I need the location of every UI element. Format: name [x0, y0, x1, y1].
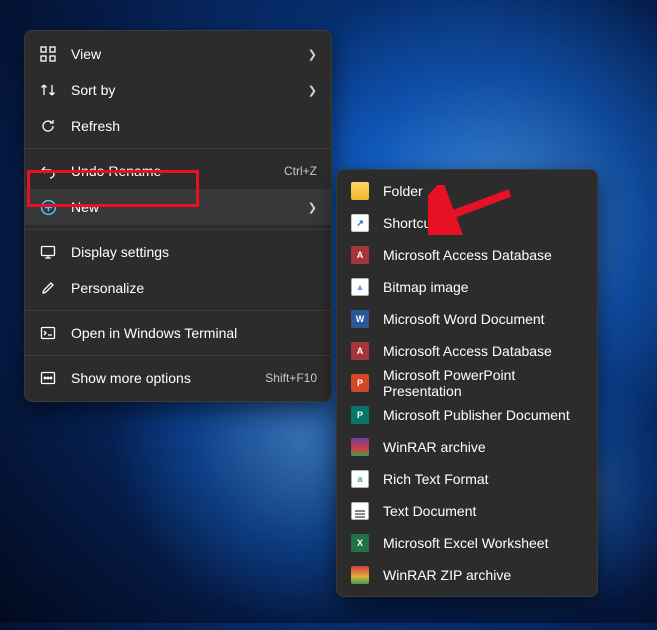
- menu-label: Open in Windows Terminal: [71, 325, 317, 341]
- submenu-label: Microsoft PowerPoint Presentation: [383, 367, 583, 399]
- menu-label: View: [71, 46, 297, 62]
- submenu-item-word[interactable]: W Microsoft Word Document: [337, 303, 597, 335]
- submenu-item-access[interactable]: A Microsoft Access Database: [337, 239, 597, 271]
- display-icon: [39, 243, 57, 261]
- menu-item-refresh[interactable]: Refresh: [25, 108, 331, 144]
- submenu-item-bitmap[interactable]: ▲ Bitmap image: [337, 271, 597, 303]
- submenu-item-folder[interactable]: Folder: [337, 175, 597, 207]
- separator: [25, 355, 331, 356]
- submenu-label: Folder: [383, 183, 583, 199]
- menu-item-view[interactable]: View ❯: [25, 36, 331, 72]
- folder-icon: [351, 182, 369, 200]
- submenu-label: Bitmap image: [383, 279, 583, 295]
- menu-label: Show more options: [71, 370, 255, 386]
- publisher-icon: P: [351, 406, 369, 424]
- menu-label: Sort by: [71, 82, 297, 98]
- new-submenu: Folder ↗ Shortcut A Microsoft Access Dat…: [336, 169, 598, 597]
- desktop-context-menu: View ❯ Sort by ❯ Refresh Undo Rename Ctr…: [24, 30, 332, 402]
- access-icon: A: [351, 246, 369, 264]
- separator: [25, 148, 331, 149]
- winrar-zip-icon: [351, 566, 369, 584]
- submenu-item-text[interactable]: Text Document: [337, 495, 597, 527]
- refresh-icon: [39, 117, 57, 135]
- access-icon: A: [351, 342, 369, 360]
- keyboard-shortcut: Ctrl+Z: [284, 164, 317, 178]
- new-icon: [39, 198, 57, 216]
- chevron-right-icon: ❯: [303, 84, 317, 97]
- shortcut-icon: ↗: [351, 214, 369, 232]
- menu-item-open-terminal[interactable]: Open in Windows Terminal: [25, 315, 331, 351]
- submenu-label: Microsoft Excel Worksheet: [383, 535, 583, 551]
- submenu-item-access2[interactable]: A Microsoft Access Database: [337, 335, 597, 367]
- menu-label: Refresh: [71, 118, 317, 134]
- submenu-label: Shortcut: [383, 215, 583, 231]
- submenu-label: Rich Text Format: [383, 471, 583, 487]
- menu-item-display-settings[interactable]: Display settings: [25, 234, 331, 270]
- submenu-label: Microsoft Publisher Document: [383, 407, 583, 423]
- personalize-icon: [39, 279, 57, 297]
- menu-item-sort-by[interactable]: Sort by ❯: [25, 72, 331, 108]
- menu-item-personalize[interactable]: Personalize: [25, 270, 331, 306]
- menu-label: Display settings: [71, 244, 317, 260]
- text-icon: [351, 502, 369, 520]
- submenu-label: WinRAR ZIP archive: [383, 567, 583, 583]
- menu-item-undo-rename[interactable]: Undo Rename Ctrl+Z: [25, 153, 331, 189]
- menu-label: New: [71, 199, 297, 215]
- view-icon: [39, 45, 57, 63]
- menu-item-show-more[interactable]: Show more options Shift+F10: [25, 360, 331, 396]
- terminal-icon: [39, 324, 57, 342]
- undo-icon: [39, 162, 57, 180]
- submenu-item-excel[interactable]: X Microsoft Excel Worksheet: [337, 527, 597, 559]
- bitmap-icon: ▲: [351, 278, 369, 296]
- winrar-icon: [351, 438, 369, 456]
- submenu-item-shortcut[interactable]: ↗ Shortcut: [337, 207, 597, 239]
- separator: [25, 310, 331, 311]
- sort-icon: [39, 81, 57, 99]
- submenu-label: WinRAR archive: [383, 439, 583, 455]
- powerpoint-icon: P: [351, 374, 369, 392]
- submenu-item-rtf[interactable]: a Rich Text Format: [337, 463, 597, 495]
- submenu-label: Text Document: [383, 503, 583, 519]
- menu-item-new[interactable]: New ❯: [25, 189, 331, 225]
- chevron-right-icon: ❯: [303, 48, 317, 61]
- separator: [25, 229, 331, 230]
- submenu-item-publisher[interactable]: P Microsoft Publisher Document: [337, 399, 597, 431]
- rtf-icon: a: [351, 470, 369, 488]
- excel-icon: X: [351, 534, 369, 552]
- menu-label: Personalize: [71, 280, 317, 296]
- menu-label: Undo Rename: [71, 163, 274, 179]
- submenu-item-zip[interactable]: WinRAR ZIP archive: [337, 559, 597, 591]
- chevron-right-icon: ❯: [303, 201, 317, 214]
- keyboard-shortcut: Shift+F10: [265, 371, 317, 385]
- submenu-item-powerpoint[interactable]: P Microsoft PowerPoint Presentation: [337, 367, 597, 399]
- more-icon: [39, 369, 57, 387]
- submenu-label: Microsoft Access Database: [383, 343, 583, 359]
- submenu-label: Microsoft Word Document: [383, 311, 583, 327]
- submenu-item-rar[interactable]: WinRAR archive: [337, 431, 597, 463]
- word-icon: W: [351, 310, 369, 328]
- submenu-label: Microsoft Access Database: [383, 247, 583, 263]
